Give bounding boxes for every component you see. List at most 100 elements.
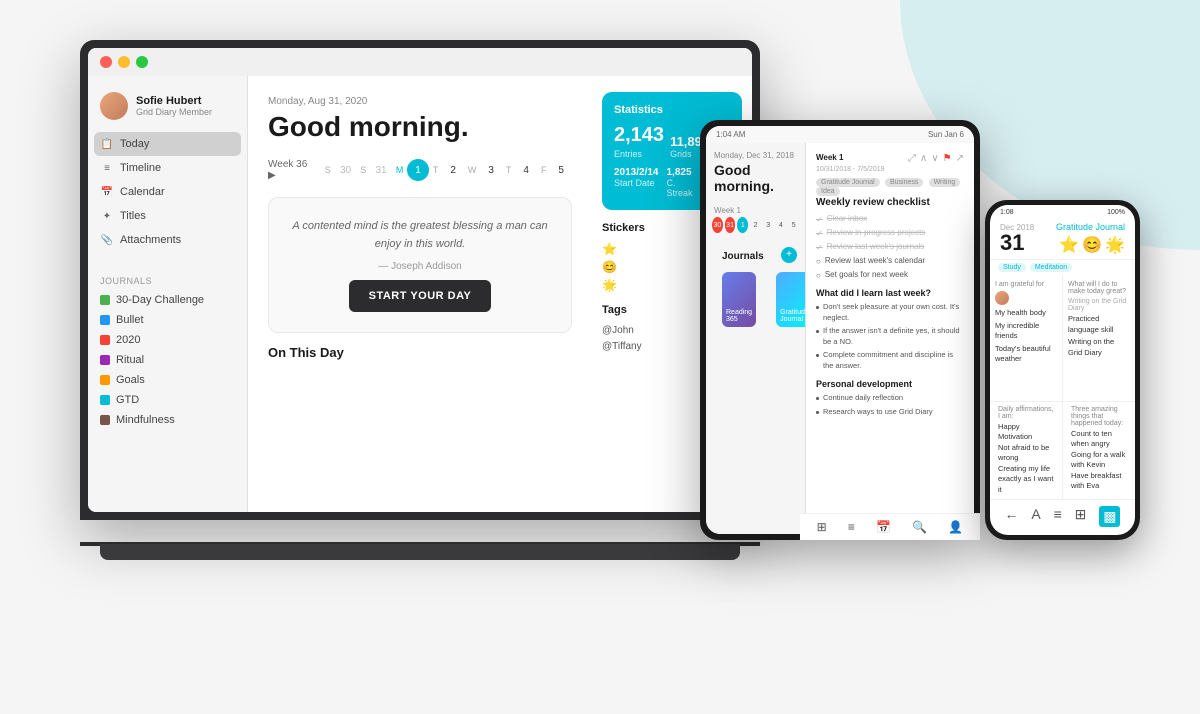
close-dot[interactable] — [100, 56, 112, 68]
week-label: Week 36 ▶ — [268, 159, 317, 181]
journal-gtd-label: GTD — [116, 394, 139, 406]
phone-toolbar-text[interactable]: A — [1031, 506, 1040, 527]
phone-affirmation-3: Not afraid to be wrong — [998, 443, 1054, 464]
share-icon[interactable]: ↗ — [956, 153, 964, 164]
sidebar-username: Sofie Hubert — [136, 95, 235, 107]
minimize-dot[interactable] — [118, 56, 130, 68]
tablet-body: 1:04 AM Sun Jan 6 Monday, Dec 31, 2018 G… — [700, 120, 980, 540]
tablet-toolbar-grid[interactable]: ⊞ — [817, 520, 827, 534]
sidebar-item-calendar[interactable]: 📅 Calendar — [88, 180, 247, 204]
tablet-toolbar-list[interactable]: ≡ — [848, 520, 855, 534]
phone-date-num: 31 — [1000, 232, 1034, 254]
journal-gtd[interactable]: GTD — [88, 390, 247, 410]
phone-toolbar-align[interactable]: ≡ — [1054, 506, 1062, 527]
tw-day-4: 4 — [776, 217, 787, 233]
phone-today-2: Writing on the Grid Diary — [1068, 337, 1130, 358]
flag-icon[interactable]: ⚑ — [943, 153, 952, 164]
stats-startdate: 2013/2/14 Start Date — [614, 167, 659, 198]
chevron-up-icon[interactable]: ∧ — [920, 153, 927, 164]
phone-affirmation-2: Motivation — [998, 432, 1054, 443]
phone-affirmations-title: Daily affirmations, I am: — [998, 406, 1054, 420]
tablet-journal-2[interactable]: Gratitude Journal — [776, 272, 806, 327]
expand-icon[interactable]: ⤢ — [908, 153, 916, 164]
phone-avatar-row — [995, 291, 1057, 305]
journal-2020[interactable]: 2020 — [88, 330, 247, 350]
main-greeting: Good morning. — [268, 111, 572, 143]
tablet-right-period: 10/31/2018 - 7/5/2019 — [816, 166, 885, 173]
phone-grateful-2: My incredible friends — [995, 321, 1057, 342]
journal-ritual[interactable]: Ritual — [88, 350, 247, 370]
sidebar-item-timeline[interactable]: ≡ Timeline — [88, 156, 247, 180]
phone-statusbar: 1:08 100% — [990, 205, 1135, 218]
checklist-inbox: ✓ Clear inbox — [816, 214, 964, 224]
checklist-goals-label: Set goals for next week — [825, 270, 908, 279]
tw-day-30: 30 — [712, 217, 723, 233]
sidebar-user-info: Sofie Hubert Grid Diary Member — [136, 95, 235, 117]
main-left: Monday, Aug 31, 2020 Good morning. Week … — [248, 76, 592, 512]
laptop-content: Sofie Hubert Grid Diary Member 📋 Today ≡ — [88, 76, 752, 512]
chevron-down-icon[interactable]: ∨ — [931, 153, 938, 164]
journal-mindfulness[interactable]: Mindfulness — [88, 410, 247, 430]
tablet-journal-1-label: Reading 365 — [726, 309, 752, 323]
checklist-inbox-label: Clear inbox — [827, 214, 867, 223]
sidebar-item-titles[interactable]: ✦ Titles — [88, 204, 247, 228]
personal-item-1-label: Continue daily reflection — [823, 393, 903, 404]
avatar — [100, 92, 128, 120]
phone-journal-label: Gratitude Journal — [1056, 222, 1125, 232]
tablet-time: 1:04 AM — [716, 130, 745, 139]
bullet-dot-5 — [816, 411, 819, 414]
personal-item-1: Continue daily reflection — [816, 393, 964, 404]
tablet-journal-1[interactable]: Reading 365 — [722, 272, 756, 327]
checklist-journals: ✓ Review last week's journals — [816, 242, 964, 252]
personal-item-2: Research ways to use Grid Diary — [816, 407, 964, 418]
phone-sticker-1: ⭐ — [1059, 235, 1079, 255]
stats-startdate-label: Start Date — [614, 178, 659, 188]
phone-affirmation-1: Happy — [998, 422, 1054, 433]
phone-toolbar-image[interactable]: ⊞ — [1075, 506, 1087, 527]
phone-tag-meditation: Meditation — [1030, 263, 1072, 272]
journal-30day[interactable]: 30-Day Challenge — [88, 290, 247, 310]
scene: Sofie Hubert Grid Diary Member 📋 Today ≡ — [0, 0, 1200, 714]
phone-tags-row: Study Meditation — [990, 260, 1135, 275]
maximize-dot[interactable] — [136, 56, 148, 68]
tablet-toolbar-calendar[interactable]: 📅 — [876, 520, 891, 534]
phone-today-1: Practiced language skill — [1068, 314, 1130, 335]
sidebar-user: Sofie Hubert Grid Diary Member — [88, 88, 247, 132]
phone-sticker-2: 😊 — [1082, 235, 1102, 255]
tablet-add-journal-button[interactable]: + — [781, 247, 797, 263]
phone-three-1: Count to ten when angry — [1071, 429, 1127, 450]
tw-day-1: 1 — [737, 217, 748, 233]
titles-icon: ✦ — [100, 209, 114, 223]
what-item-3-label: Complete commitment and discipline is th… — [823, 350, 964, 371]
sidebar-item-attachments[interactable]: 📎 Attachments — [88, 228, 247, 252]
checklist-projects: ✓ Review in-progress projects — [816, 228, 964, 238]
journal-mindfulness-label: Mindfulness — [116, 414, 175, 426]
circle-icon-1: ○ — [816, 257, 821, 266]
journal-goals[interactable]: Goals — [88, 370, 247, 390]
tablet-toolbar-search[interactable]: 🔍 — [912, 520, 927, 534]
phone-three-2: Going for a walk with Kevin — [1071, 450, 1127, 471]
phone-bottom-row: Daily affirmations, I am: Happy Motivati… — [990, 401, 1135, 500]
sticker-emoji-2: 😊 — [602, 260, 617, 274]
phone-toolbar-color[interactable]: ▩ — [1099, 506, 1120, 527]
sidebar-item-today[interactable]: 📋 Today — [94, 132, 241, 156]
phone-affirmations-col: Daily affirmations, I am: Happy Motivati… — [990, 402, 1062, 500]
checklist-projects-label: Review in-progress projects — [827, 228, 926, 237]
laptop-titlebar — [88, 48, 752, 76]
main-date: Monday, Aug 31, 2020 — [268, 96, 572, 107]
start-day-button[interactable]: START YOUR DAY — [349, 280, 492, 312]
tag-business: Business — [885, 178, 923, 187]
phone-toolbar-back[interactable]: ← — [1004, 506, 1018, 527]
journal-bullet-label: Bullet — [116, 314, 144, 326]
phone-grateful-1: My health body — [995, 308, 1057, 319]
phone-avatar — [995, 291, 1009, 305]
sidebar: Sofie Hubert Grid Diary Member 📋 Today ≡ — [88, 76, 248, 512]
phone: 1:08 100% Dec 2018 31 Gratitude Journal … — [985, 200, 1140, 540]
phone-affirmation-4: Creating my life exactly as I want it — [998, 464, 1054, 496]
journal-dot-bullet — [100, 315, 110, 325]
tablet-toolbar-person[interactable]: 👤 — [948, 520, 963, 534]
tw-day-3: 3 — [763, 217, 774, 233]
phone-header-right: Gratitude Journal ⭐ 😊 🌟 — [1056, 222, 1125, 255]
attachments-icon: 📎 — [100, 233, 114, 247]
journal-bullet[interactable]: Bullet — [88, 310, 247, 330]
